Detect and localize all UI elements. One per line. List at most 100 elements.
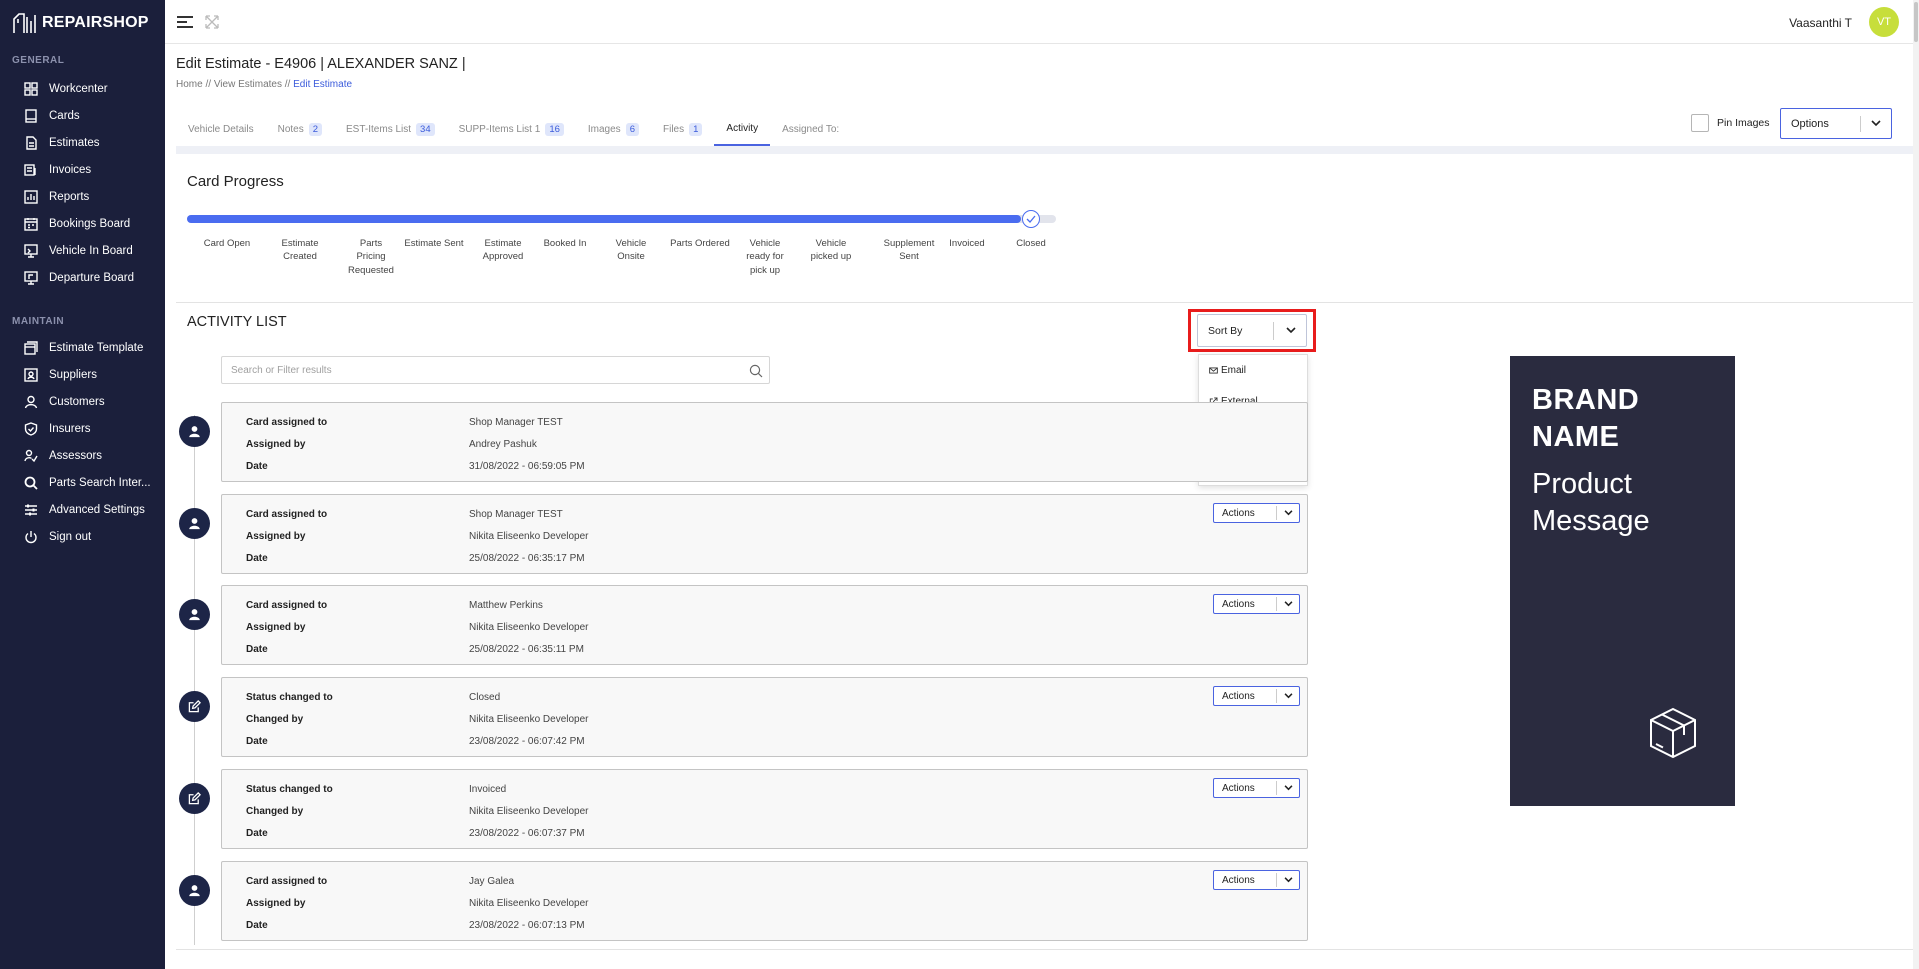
tab-assigned-to[interactable]: Assigned To: [770, 112, 851, 146]
card-progress-fill [187, 215, 1022, 223]
sidebar-item-customers[interactable]: Customers [24, 391, 105, 413]
tab-vehicle-details[interactable]: Vehicle Details [176, 112, 266, 146]
actions-dropdown[interactable]: Actions [1213, 594, 1300, 614]
search-icon[interactable] [749, 364, 763, 378]
sidebar-section-general: GENERAL [12, 55, 65, 66]
tab-files[interactable]: Files 1 [651, 112, 714, 146]
card-icon [24, 109, 38, 123]
activity-field-value: Nikita Eliseenko Developer [469, 622, 589, 633]
activity-entry: Status changed to Invoiced Changed by Nikit… [221, 769, 1308, 849]
page-title: Edit Estimate - E4906 | ALEXANDER SANZ | [176, 56, 466, 72]
tab-count-badge: 6 [625, 122, 639, 136]
scrollbar-thumb[interactable] [1914, 2, 1918, 42]
assignment-icon [179, 508, 210, 539]
actions-dropdown[interactable]: Actions [1213, 870, 1300, 890]
actions-dropdown[interactable]: Actions [1213, 778, 1300, 798]
breadcrumb-separator: // [205, 79, 212, 90]
activity-field-value: Nikita Eliseenko Developer [469, 898, 589, 909]
logo[interactable]: REPAIRSHOP [12, 10, 149, 36]
activity-field-value: 23/08/2022 - 06:07:13 PM [469, 920, 585, 931]
menu-toggle-icon[interactable] [177, 15, 195, 29]
tab-label: EST-Items List [346, 123, 412, 135]
breadcrumb-home[interactable]: Home [176, 79, 203, 90]
tab-label: Files [662, 123, 685, 135]
sidebar-item-cards[interactable]: Cards [24, 105, 80, 127]
activity-field-value: Matthew Perkins [469, 600, 543, 611]
ad-banner[interactable]: BRAND NAME Product Message [1510, 356, 1735, 806]
tab-notes[interactable]: Notes 2 [266, 112, 334, 146]
activity-field-value: Nikita Eliseenko Developer [469, 714, 589, 725]
sidebar-item-assessors[interactable]: Assessors [24, 445, 102, 467]
chevron-down-icon [1284, 601, 1293, 607]
section-divider [176, 302, 1915, 303]
progress-step-label: Booked In [543, 238, 587, 249]
sidebar-item-label: Customers [49, 396, 105, 408]
activity-field-label: Card assigned to [246, 876, 328, 887]
sidebar-item-suppliers[interactable]: Suppliers [24, 364, 97, 386]
activity-field-value: Shop Manager TEST [469, 417, 563, 428]
sidebar-item-invoices[interactable]: Invoices [24, 159, 91, 181]
progress-step-label: Vehicle ready for pick up [746, 238, 784, 276]
search-icon [24, 476, 38, 490]
actions-dropdown[interactable]: Actions [1213, 503, 1300, 523]
tab-images[interactable]: Images 6 [576, 112, 651, 146]
chevron-down-icon [1871, 120, 1881, 127]
actions-label: Actions [1222, 690, 1255, 702]
actions-label: Actions [1222, 598, 1255, 610]
sidebar-item-label: Reports [49, 191, 90, 203]
sidebar-item-estimate-template[interactable]: Estimate Template [24, 337, 143, 359]
user-name[interactable]: Vaasanthi T [1789, 16, 1852, 30]
sidebar-item-parts-search-inter[interactable]: Parts Search Inter... [24, 472, 151, 494]
tab-count-badge: 2 [308, 122, 323, 136]
activity-field-label: Card assigned to [246, 417, 328, 428]
sort-by-separator [1273, 321, 1274, 340]
activity-entry: Card assigned to Matthew Perkins Assigned … [221, 585, 1308, 665]
card-progress-bar [187, 215, 1056, 223]
tab-supp-items-list-1[interactable]: SUPP-Items List 1 16 [447, 112, 576, 146]
fullscreen-icon[interactable] [205, 15, 219, 29]
sidebar-item-insurers[interactable]: Insurers [24, 418, 91, 440]
user-icon [24, 395, 38, 409]
card-progress-title: Card Progress [187, 173, 284, 190]
status-change-icon [179, 691, 210, 722]
sidebar-item-estimates[interactable]: Estimates [24, 132, 100, 154]
scrollbar[interactable] [1913, 0, 1919, 969]
options-dropdown[interactable]: Options [1780, 108, 1892, 139]
breadcrumb-view-estimates[interactable]: View Estimates [214, 79, 282, 90]
ad-message-text: Product Message [1532, 468, 1650, 537]
sidebar-item-advanced-settings[interactable]: Advanced Settings [24, 499, 145, 521]
sort-option-email[interactable]: Email [1209, 365, 1246, 376]
tab-activity[interactable]: Activity [714, 112, 771, 146]
activity-search-input[interactable] [222, 357, 722, 383]
sidebar-item-bookings-board[interactable]: Bookings Board [24, 213, 130, 235]
actions-dropdown[interactable]: Actions [1213, 686, 1300, 706]
avatar[interactable]: VT [1869, 7, 1899, 37]
sort-by-dropdown[interactable]: Sort By [1197, 314, 1307, 347]
sidebar-item-label: Sign out [49, 531, 92, 543]
progress-check-icon [1022, 210, 1040, 228]
activity-field-label: Assigned by [246, 439, 306, 450]
activity-field-value: Nikita Eliseenko Developer [469, 531, 589, 542]
progress-step-label: Estimate Approved [482, 238, 524, 263]
activity-field-label: Changed by [246, 714, 304, 725]
board-in-icon [24, 244, 38, 258]
sidebar-item-label: Bookings Board [49, 218, 131, 230]
sidebar-item-workcenter[interactable]: Workcenter [24, 78, 108, 100]
activity-field-value: Jay Galea [469, 876, 515, 887]
activity-field-label: Date [246, 461, 268, 472]
tab-label: SUPP-Items List 1 [458, 123, 541, 135]
activity-field-label: Date [246, 828, 268, 839]
sidebar-item-sign-out[interactable]: Sign out [24, 526, 91, 548]
pin-images-toggle[interactable]: Pin Images [1691, 114, 1770, 132]
sidebar-item-departure-board[interactable]: Departure Board [24, 267, 134, 289]
chevron-down-icon [1284, 785, 1293, 791]
tab-est-items-list[interactable]: EST-Items List 34 [334, 112, 447, 146]
package-icon [1650, 707, 1696, 759]
sidebar-item-vehicle-in-board[interactable]: Vehicle In Board [24, 240, 133, 262]
sidebar-item-label: Cards [49, 110, 80, 122]
activity-field-label: Assigned by [246, 622, 306, 633]
tab-label: Activity [726, 122, 759, 134]
sidebar-item-reports[interactable]: Reports [24, 186, 89, 208]
activity-entry: Card assigned to Shop Manager TEST Assigne… [221, 494, 1308, 574]
pin-images-checkbox[interactable] [1691, 114, 1709, 132]
